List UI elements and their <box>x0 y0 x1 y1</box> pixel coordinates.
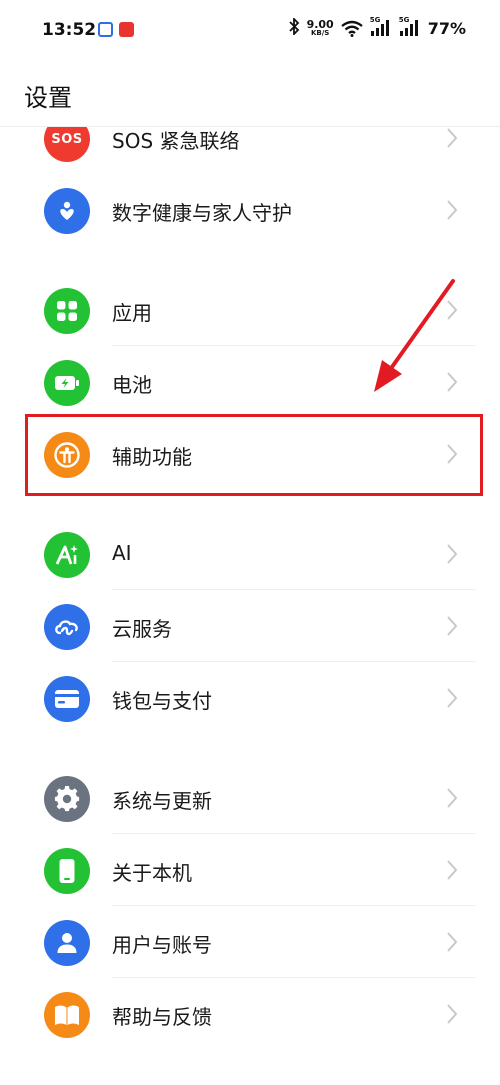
cloud-infinity-icon <box>44 604 90 650</box>
notification-icons <box>98 22 134 37</box>
heart-shield-icon <box>44 188 90 234</box>
chevron-right-icon <box>446 1003 458 1029</box>
settings-item-system-update[interactable]: 系统与更新 <box>0 762 500 834</box>
settings-item-label: 帮助与反馈 <box>112 1005 212 1029</box>
network-speed-unit: KB/S <box>310 28 330 37</box>
settings-item-label: 系统与更新 <box>112 789 212 813</box>
wallet-card-icon <box>44 676 90 722</box>
signal-network-label: 5G <box>369 16 381 24</box>
chevron-right-icon <box>446 543 458 569</box>
header-bar <box>0 64 500 126</box>
book-icon <box>44 992 90 1038</box>
settings-item-users-accounts[interactable]: 用户与账号 <box>0 906 500 978</box>
signal-network-label: 5G <box>398 16 410 24</box>
settings-item-help-feedback[interactable]: 帮助与反馈 <box>0 978 500 1050</box>
sos-icon-text: SOS <box>51 131 83 147</box>
cellular-signal-icon: 5G <box>370 16 392 37</box>
apps-grid-icon <box>44 288 90 334</box>
chevron-right-icon <box>446 127 458 153</box>
status-time: 13:52 <box>42 20 97 40</box>
chevron-right-icon <box>446 787 458 813</box>
bluetooth-icon <box>288 16 300 39</box>
settings-item-label: 用户与账号 <box>112 933 212 957</box>
ai-sparkle-icon <box>44 532 90 578</box>
battery-icon <box>44 360 90 406</box>
settings-item-label: AI <box>112 541 132 565</box>
settings-item-label: 电池 <box>112 373 152 397</box>
settings-item-ai[interactable]: AI <box>0 518 500 590</box>
chevron-right-icon <box>446 199 458 225</box>
user-icon <box>44 920 90 966</box>
battery-percentage: 77% <box>427 19 466 38</box>
status-bar: 13:52 9.00 KB/S 5G 5G 77% <box>0 0 500 64</box>
network-speed-value: 9.00 <box>306 17 334 31</box>
settings-item-about-phone[interactable]: 关于本机 <box>0 834 500 906</box>
phone-icon <box>44 848 90 894</box>
settings-item-wallet[interactable]: 钱包与支付 <box>0 662 500 734</box>
settings-item-label: 关于本机 <box>112 861 192 885</box>
pointer-arrow-icon <box>374 279 455 392</box>
notification-app-icon <box>98 22 113 37</box>
settings-item-label: 应用 <box>112 301 152 325</box>
settings-item-cloud-service[interactable]: 云服务 <box>0 590 500 662</box>
settings-item-label: SOS 紧急联络 <box>112 129 240 153</box>
chevron-right-icon <box>446 931 458 957</box>
settings-item-label: 云服务 <box>112 617 172 641</box>
chevron-right-icon <box>446 687 458 713</box>
chevron-right-icon <box>446 615 458 641</box>
gear-icon <box>44 776 90 822</box>
settings-item-digital-wellbeing[interactable]: 数字健康与家人守护 <box>0 174 500 246</box>
header-divider <box>0 126 500 127</box>
settings-screen: 13:52 9.00 KB/S 5G 5G 77% SOS SOS 紧急联络 数… <box>0 0 500 1085</box>
status-indicators: 9.00 KB/S 5G 5G 77% <box>288 16 466 39</box>
page-title: 设置 <box>24 84 72 112</box>
network-speed: 9.00 KB/S <box>306 17 334 38</box>
wifi-icon <box>340 20 363 37</box>
highlight-box <box>25 414 483 496</box>
notification-app-icon <box>119 22 134 37</box>
settings-item-label: 数字健康与家人守护 <box>112 201 292 225</box>
chevron-right-icon <box>446 859 458 885</box>
settings-item-label: 钱包与支付 <box>112 689 212 713</box>
cellular-signal-icon: 5G <box>399 16 421 37</box>
